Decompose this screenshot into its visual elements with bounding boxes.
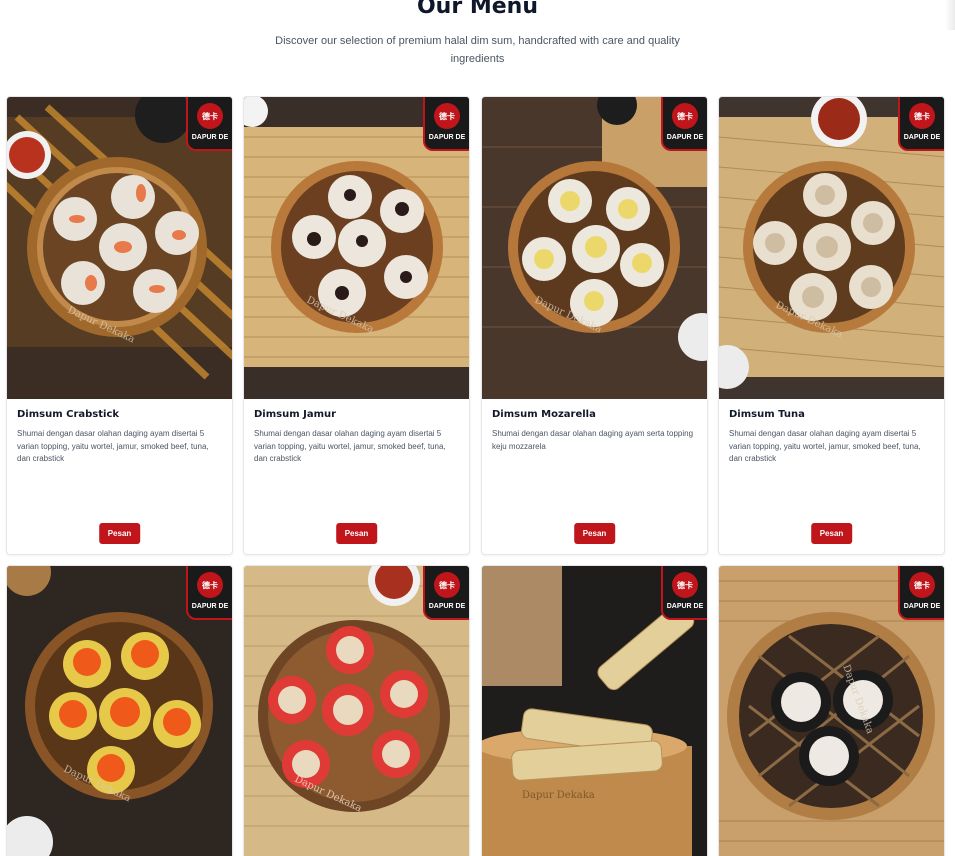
- brand-badge: 德卡 DAPUR DE: [898, 97, 944, 151]
- brand-seal-icon: 德卡: [197, 103, 223, 129]
- menu-card-5: Dapur Dekaka 德卡 DAPUR DE: [6, 565, 233, 856]
- menu-item-name: Dimsum Jamur: [254, 409, 337, 420]
- brand-seal-icon: 德卡: [909, 103, 935, 129]
- brand-seal-icon: 德卡: [434, 572, 460, 598]
- menu-item-description: Shumai dengan dasar olahan daging ayam d…: [254, 429, 446, 463]
- brand-badge: 德卡 DAPUR DE: [423, 566, 469, 620]
- brand-badge: 德卡 DAPUR DE: [423, 97, 469, 151]
- brand-seal-icon: 德卡: [909, 572, 935, 598]
- menu-card-tuna: Dapur Dekaka 德卡 DAPUR DE Dimsum Tuna Shu…: [718, 96, 945, 555]
- order-button[interactable]: Pesan: [335, 523, 378, 544]
- brand-badge: 德卡 DAPUR DE: [661, 566, 707, 620]
- page-title: Our Menu: [416, 0, 538, 19]
- brand-badge: 德卡 DAPUR DE: [186, 97, 232, 151]
- brand-badge: 德卡 DAPUR DE: [661, 97, 707, 151]
- menu-item-description: Shumai dengan dasar olahan daging ayam s…: [492, 429, 694, 451]
- subtitle-line-1: Discover our selection of premium halal …: [275, 35, 680, 47]
- dimsum-tuna-photo: Dapur Dekaka 德卡 DAPUR DE: [719, 97, 944, 399]
- brand-seal-icon: 德卡: [434, 103, 460, 129]
- order-button[interactable]: Pesan: [98, 523, 141, 544]
- brand-seal-icon: 德卡: [672, 572, 698, 598]
- subtitle-line-2: ingredients: [450, 53, 505, 65]
- order-button[interactable]: Pesan: [573, 523, 616, 544]
- menu-card-jamur: Dapur Dekaka 德卡 DAPUR DE Dimsum Jamur Sh…: [243, 96, 470, 555]
- svg-text:Dapur Dekaka: Dapur Dekaka: [522, 790, 595, 801]
- brand-badge: 德卡 DAPUR DE: [186, 566, 232, 620]
- menu-item-description: Shumai dengan dasar olahan daging ayam d…: [17, 429, 209, 463]
- menu-card-8: Dapur Dekaka 德卡 DAPUR DE: [718, 565, 945, 856]
- order-button[interactable]: Pesan: [810, 523, 853, 544]
- tofu-roll-photo: Dapur Dekaka 德卡 DAPUR DE: [482, 566, 707, 856]
- dimsum-jamur-photo: Dapur Dekaka 德卡 DAPUR DE: [244, 97, 469, 399]
- scroll-shadow: [945, 0, 955, 30]
- menu-card-crabstick: Dapur Dekaka 德卡 DAPUR DE Dimsum Crabstic…: [6, 96, 233, 555]
- dimsum-smoked-beef-photo: Dapur Dekaka 德卡 DAPUR DE: [244, 566, 469, 856]
- brand-badge: 德卡 DAPUR DE: [898, 566, 944, 620]
- page-subtitle: Discover our selection of premium halal …: [0, 32, 955, 68]
- menu-item-description: Shumai dengan dasar olahan daging ayam d…: [729, 429, 921, 463]
- menu-item-name: Dimsum Crabstick: [17, 409, 120, 420]
- dimsum-nori-photo: Dapur Dekaka 德卡 DAPUR DE: [719, 566, 944, 856]
- menu-item-name: Dimsum Mozarella: [492, 409, 596, 420]
- brand-seal-icon: 德卡: [672, 103, 698, 129]
- menu-card-7: Dapur Dekaka 德卡 DAPUR DE: [481, 565, 708, 856]
- menu-item-name: Dimsum Tuna: [729, 409, 805, 420]
- dimsum-crabstick-photo: Dapur Dekaka 德卡 DAPUR DE: [7, 97, 232, 399]
- menu-card-6: Dapur Dekaka 德卡 DAPUR DE: [243, 565, 470, 856]
- brand-seal-icon: 德卡: [197, 572, 223, 598]
- dimsum-tobiko-photo: Dapur Dekaka 德卡 DAPUR DE: [7, 566, 232, 856]
- menu-card-mozarella: Dapur Dekaka 德卡 DAPUR DE Dimsum Mozarell…: [481, 96, 708, 555]
- dimsum-mozarella-photo: Dapur Dekaka 德卡 DAPUR DE: [482, 97, 707, 399]
